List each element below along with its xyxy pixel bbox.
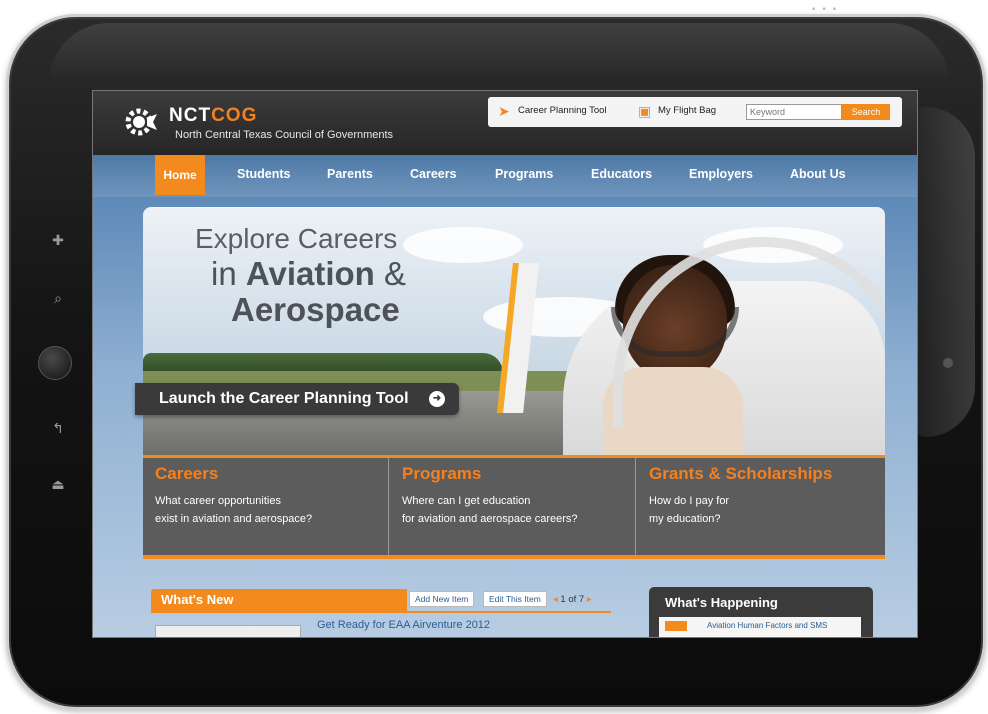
pager-next-icon[interactable]: ▸ [587,594,592,605]
launch-button-label: Launch the Career Planning Tool [159,390,409,407]
cloud [403,227,523,263]
nav-item-students[interactable]: Students [237,167,290,181]
whats-new-underline [151,611,611,613]
feature-desc: How do I pay for my education? [649,495,730,525]
magnifier-icon[interactable]: ⌕ [50,290,66,307]
home-hardware-button[interactable] [38,346,72,380]
hero-title-line2: in Aviation & [211,255,406,293]
whats-happening-panel: What's Happening Aviation Human Factors … [649,587,873,637]
whats-new-heading: What's New [151,589,407,611]
nav-item-home[interactable]: Home [155,155,205,195]
feature-desc: What career opportunities exist in aviat… [155,495,313,525]
event-date-badge [665,621,687,631]
flight-bag-icon[interactable]: ▣ [638,103,651,120]
hero-title-line1: Explore Careers [195,223,398,254]
back-icon[interactable]: ↰ [50,420,66,437]
tablet-screen: NCTCOG North Central Texas Council of Go… [92,90,918,638]
career-planning-tool-link[interactable]: Career Planning Tool [518,105,607,116]
nav-item-educators[interactable]: Educators [591,167,652,181]
paper-plane-icon[interactable]: ➤ [498,103,510,120]
nav-item-employers[interactable]: Employers [689,167,753,181]
logo-wordmark[interactable]: NCTCOG [169,105,257,127]
pager-prev-icon[interactable]: ◂ [553,594,558,605]
tablet-speaker-dots: ▪ ▪ ▪ [812,4,839,15]
search-button[interactable]: Search [842,104,890,120]
camera-sensor [943,358,953,368]
feature-strip: Careers What career opportunities exist … [143,455,885,559]
utility-bar: ➤ Career Planning Tool ▣ My Flight Bag S… [488,97,902,127]
nav-item-careers[interactable]: Careers [410,167,457,181]
tablet-shine [49,23,949,83]
news-thumbnail[interactable] [155,625,301,637]
logo-accent: COG [211,105,258,126]
feature-title[interactable]: Careers [155,464,218,484]
puzzle-icon[interactable]: ✚ [50,232,66,249]
event-row[interactable]: Aviation Human Factors and SMS [659,617,861,637]
search-input[interactable] [746,104,842,120]
pager: ◂ 1 of 7 ▸ [553,594,592,605]
feature-programs[interactable]: Programs Where can I get education for a… [390,458,636,555]
main-nav: Home Students Parents Careers Programs E… [93,155,917,197]
my-flight-bag-link[interactable]: My Flight Bag [658,105,716,116]
tablet-side-panel [915,107,975,437]
hero-title-prefix: in [211,255,246,292]
hero-title-suffix: & [374,255,407,292]
feature-title[interactable]: Grants & Scholarships [649,464,832,484]
logo-prefix: NCT [169,105,212,126]
pager-label: 1 of 7 [560,594,585,605]
whats-happening-heading: What's Happening [665,595,778,610]
feature-desc: Where can I get education for aviation a… [402,495,578,525]
feature-title[interactable]: Programs [402,464,481,484]
logo-subtitle: North Central Texas Council of Governmen… [175,129,394,141]
add-new-item-button[interactable]: Add New Item [409,591,475,607]
launch-career-tool-button[interactable]: Launch the Career Planning Tool ➜ [135,383,459,415]
feature-grants[interactable]: Grants & Scholarships How do I pay for m… [637,458,883,555]
hero-banner: Explore Careers in Aviation & Aerospace [143,207,885,455]
nav-item-about-us[interactable]: About Us [790,167,846,181]
hero-title-line3: Aerospace [231,291,400,328]
event-title[interactable]: Aviation Human Factors and SMS [707,621,827,630]
news-item-title[interactable]: Get Ready for EAA Airventure 2012 [317,619,490,631]
edit-item-button[interactable]: Edit This Item [483,591,547,607]
feature-careers[interactable]: Careers What career opportunities exist … [143,458,389,555]
nav-item-programs[interactable]: Programs [495,167,553,181]
nav-item-parents[interactable]: Parents [327,167,373,181]
arrow-right-icon: ➜ [429,391,445,407]
upload-icon[interactable]: ⏏ [50,476,66,493]
gear-logo-icon [125,108,157,136]
site-header: NCTCOG North Central Texas Council of Go… [93,91,917,155]
hero-title-bold: Aviation [245,255,375,292]
